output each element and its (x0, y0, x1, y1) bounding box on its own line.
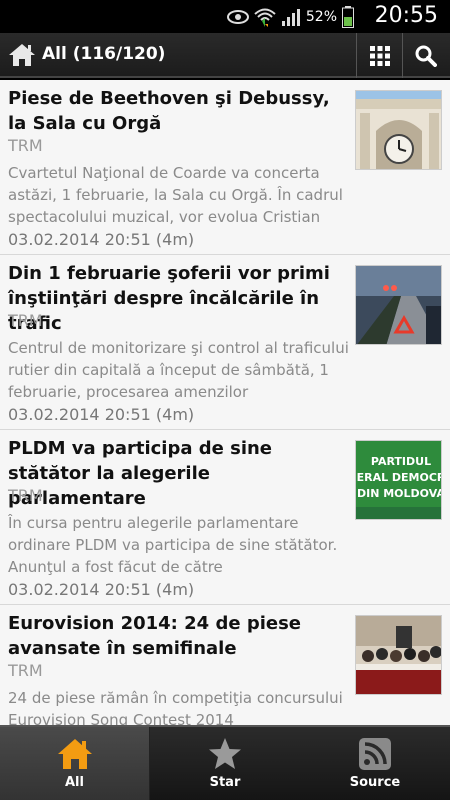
article-source: TRM (8, 661, 43, 680)
bottom-navigation: All Star Source (0, 725, 450, 800)
article-date: 03.02.2014 20:51 (4m) (8, 405, 195, 424)
signal-icon (281, 9, 300, 26)
thumbnail-text: ERAL DEMOCR (357, 471, 442, 484)
tab-star[interactable]: Star (150, 727, 300, 800)
battery-icon (342, 6, 354, 28)
rss-icon (359, 738, 391, 770)
tab-label: All (65, 775, 84, 790)
page-title: All (116/120) (42, 44, 166, 64)
battery-percent: 52% (305, 9, 337, 25)
home-icon (9, 44, 35, 66)
wifi-icon (254, 8, 276, 27)
grid-view-button[interactable] (358, 33, 402, 78)
list-item[interactable]: Eurovision 2014: 24 de piese avansate în… (0, 605, 450, 725)
article-description: 24 de piese rămân în competiţia concursu… (8, 689, 343, 725)
thumbnail-text: PARTIDUL (371, 455, 431, 468)
article-date: 03.02.2014 20:51 (4m) (8, 230, 195, 249)
article-thumbnail (355, 90, 442, 170)
article-description: Cvartetul Naţional de Coarde va concerta… (8, 164, 343, 226)
status-icons: 52% (226, 5, 354, 29)
search-icon (415, 45, 437, 67)
article-title[interactable]: Piese de Beethoven şi Debussy, la Sala c… (8, 86, 348, 136)
article-title[interactable]: Eurovision 2014: 24 de piese avansate în… (8, 611, 348, 661)
tab-label: Source (349, 775, 401, 790)
status-bar: 52% 20:55 (0, 0, 450, 33)
thumbnail-text: DIN MOLDOVA (357, 487, 442, 500)
home-button[interactable] (8, 42, 36, 68)
star-icon (209, 738, 241, 769)
tab-source[interactable]: Source (300, 727, 450, 800)
article-thumbnail (355, 615, 442, 695)
eye-icon (226, 10, 249, 24)
article-title[interactable]: Din 1 februarie şoferii vor primi înştii… (8, 261, 348, 336)
list-item[interactable]: Piese de Beethoven şi Debussy, la Sala c… (0, 80, 450, 255)
search-button[interactable] (403, 33, 449, 78)
article-thumbnail (355, 265, 442, 345)
tab-label: Star (209, 775, 241, 790)
list-item[interactable]: Din 1 februarie şoferii vor primi înştii… (0, 255, 450, 430)
divider (356, 33, 357, 78)
grid-icon (370, 45, 390, 66)
list-item[interactable]: PLDM va participa de sine stătător la al… (0, 430, 450, 605)
article-source: TRM (8, 136, 43, 155)
article-description: În cursa pentru alegerile parlamentare o… (8, 514, 338, 576)
tab-all[interactable]: All (0, 727, 150, 800)
home-icon (57, 739, 92, 769)
article-date: 03.02.2014 20:51 (4m) (8, 580, 195, 599)
action-bar: All (116/120) (0, 33, 450, 78)
article-source: TRM (8, 311, 43, 330)
clock: 20:55 (374, 3, 438, 28)
article-list[interactable]: Piese de Beethoven şi Debussy, la Sala c… (0, 80, 450, 725)
article-description: Centrul de monitorizare şi control al tr… (8, 339, 349, 401)
article-source: TRM (8, 486, 43, 505)
article-thumbnail: PARTIDUL ERAL DEMOCR DIN MOLDOVA (355, 440, 442, 520)
article-title[interactable]: PLDM va participa de sine stătător la al… (8, 436, 348, 511)
